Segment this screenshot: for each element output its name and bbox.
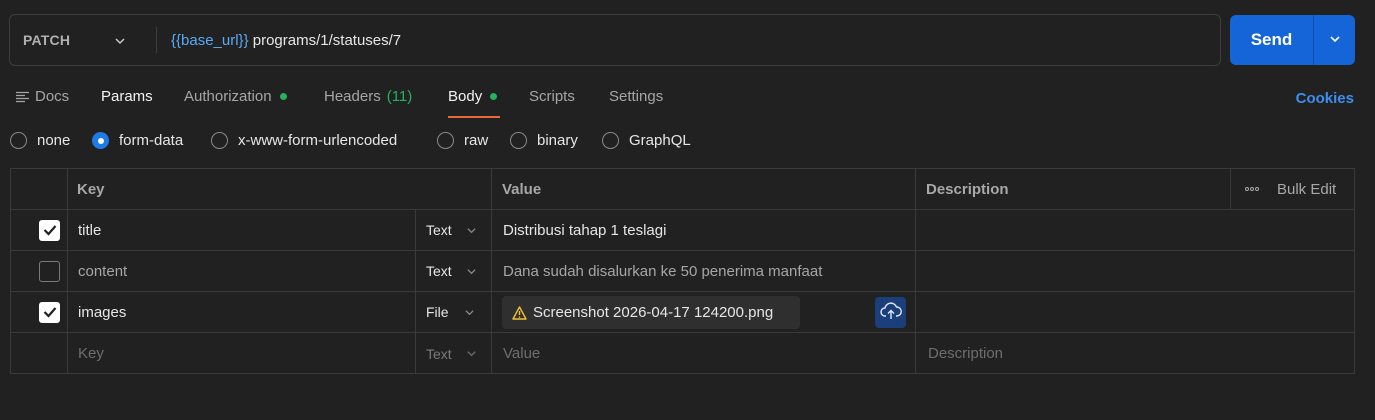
table-header-row: Key Value Description Bulk Edit — [11, 169, 1354, 210]
docs-icon — [16, 91, 29, 103]
column-header-key: Key — [77, 180, 105, 198]
bulk-edit-label: Bulk Edit — [1277, 180, 1337, 198]
tab-body[interactable]: Body — [448, 88, 498, 105]
chevron-down-icon — [114, 34, 126, 51]
url-variable: {{base_url}} — [171, 31, 249, 49]
tab-label: Docs — [35, 88, 70, 105]
radio-raw[interactable]: raw — [437, 132, 488, 149]
url-path: programs/1/statuses/7 — [248, 31, 402, 49]
radio-none[interactable]: none — [10, 132, 70, 149]
send-button[interactable]: Send — [1230, 15, 1314, 65]
warning-icon — [512, 305, 527, 320]
column-header-description: Description — [926, 180, 1009, 198]
value-input[interactable]: Value — [503, 333, 540, 374]
radio-circle — [211, 132, 228, 149]
type-select[interactable]: Text — [426, 251, 477, 291]
table-row: content Text Dana sudah disalurkan ke 50… — [11, 251, 1354, 292]
file-name: Screenshot 2026-04-17 124200.png — [533, 304, 774, 321]
tab-label: Body — [448, 88, 483, 105]
tab-label: Authorization — [184, 88, 272, 105]
chevron-down-icon — [466, 266, 477, 277]
request-tabs: Docs Params Authorization Headers (11) B… — [0, 80, 1375, 120]
type-label: Text — [426, 222, 452, 238]
tab-settings[interactable]: Settings — [609, 88, 663, 105]
radio-label: GraphQL — [629, 132, 691, 149]
tab-label: Params — [101, 88, 153, 105]
radio-form-data[interactable]: form-data — [92, 132, 183, 149]
radio-label: form-data — [119, 132, 184, 149]
radio-binary[interactable]: binary — [510, 132, 578, 149]
bulk-edit-button[interactable]: Bulk Edit — [1245, 169, 1336, 209]
description-cell[interactable] — [916, 210, 1354, 250]
checkbox-checked — [39, 301, 60, 323]
chevron-down-icon — [466, 225, 477, 236]
method-label: PATCH — [23, 32, 71, 48]
column-header-value: Value — [502, 180, 542, 198]
radio-label: x-www-form-urlencoded — [238, 132, 398, 149]
key-cell[interactable]: content — [78, 251, 127, 291]
tab-label: Settings — [609, 88, 664, 105]
radio-circle — [437, 132, 454, 149]
radio-circle — [92, 132, 109, 149]
type-select[interactable]: Text — [426, 333, 477, 374]
tab-label: Headers — [324, 88, 381, 105]
type-select[interactable]: Text — [426, 210, 477, 250]
key-input[interactable]: Key — [78, 333, 104, 374]
send-button-group: Send — [1230, 15, 1355, 65]
checkbox-unchecked — [39, 260, 60, 282]
more-icon — [1245, 187, 1259, 191]
key-cell[interactable]: images — [78, 292, 126, 332]
table-row-new: Key Text Value Description — [11, 333, 1354, 374]
tab-docs[interactable]: Docs — [16, 88, 69, 105]
cookies-link[interactable]: Cookies — [1296, 90, 1354, 107]
active-tab-underline — [448, 116, 500, 118]
value-cell[interactable]: Distribusi tahap 1 teslagi — [503, 210, 666, 250]
status-dot — [490, 93, 498, 100]
url-input[interactable]: {{base_url}} programs/1/statuses/7 — [157, 32, 401, 49]
cloud-upload-button[interactable] — [875, 297, 906, 328]
checkbox-checked — [39, 219, 60, 241]
radio-label: binary — [537, 132, 578, 149]
radio-circle — [10, 132, 27, 149]
headers-count: (11) — [386, 88, 413, 105]
url-bar: PATCH {{base_url}} programs/1/statuses/7 — [9, 14, 1221, 66]
form-data-table: Key Value Description Bulk Edit title Te… — [10, 168, 1355, 374]
type-label: File — [426, 304, 449, 320]
tab-params[interactable]: Params — [101, 88, 153, 105]
chevron-down-icon — [1329, 32, 1341, 49]
table-row: images File Screenshot 2026-04-17 124200… — [11, 292, 1354, 333]
description-cell[interactable] — [916, 251, 1354, 291]
value-cell[interactable]: Dana sudah disalurkan ke 50 penerima man… — [503, 251, 822, 291]
chevron-down-icon — [466, 348, 477, 359]
key-cell[interactable]: title — [78, 210, 101, 250]
type-label: Text — [426, 345, 452, 362]
cloud-upload-icon — [879, 301, 902, 324]
table-row: title Text Distribusi tahap 1 teslagi — [11, 210, 1354, 251]
row-checkbox[interactable] — [39, 292, 60, 332]
tab-authorization[interactable]: Authorization — [184, 88, 287, 105]
send-options-button[interactable] — [1314, 15, 1355, 65]
tab-headers[interactable]: Headers (11) — [324, 88, 412, 105]
chevron-down-icon — [464, 307, 475, 318]
tab-label: Scripts — [529, 88, 575, 105]
radio-label: raw — [464, 132, 489, 149]
radio-graphql[interactable]: GraphQL — [602, 132, 691, 149]
method-select[interactable]: PATCH — [10, 15, 156, 65]
type-select[interactable]: File — [426, 292, 475, 332]
row-checkbox[interactable] — [39, 210, 60, 250]
radio-circle — [602, 132, 619, 149]
status-dot — [279, 93, 287, 100]
description-input[interactable]: Description — [928, 333, 1003, 374]
type-label: Text — [426, 263, 452, 279]
row-checkbox[interactable] — [39, 251, 60, 291]
file-value-cell: Screenshot 2026-04-17 124200.png — [492, 292, 915, 332]
file-chip[interactable]: Screenshot 2026-04-17 124200.png — [502, 296, 800, 329]
description-cell[interactable] — [916, 292, 1354, 332]
radio-label: none — [37, 132, 71, 149]
radio-x-www-form-urlencoded[interactable]: x-www-form-urlencoded — [211, 132, 397, 149]
tab-scripts[interactable]: Scripts — [529, 88, 575, 105]
radio-circle — [510, 132, 527, 149]
